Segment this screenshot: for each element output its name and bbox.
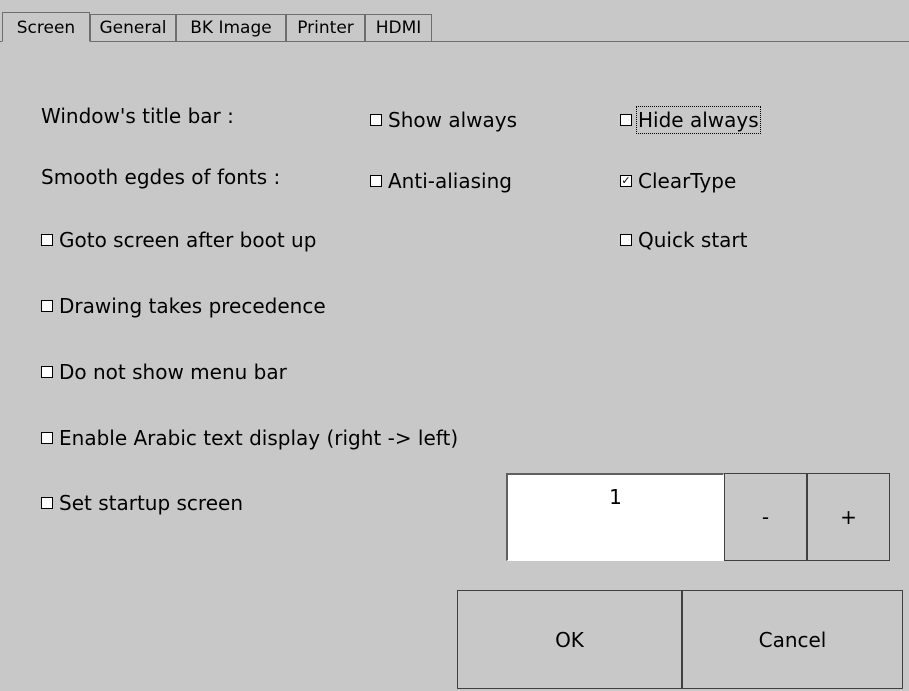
tab-bk-image[interactable]: BK Image <box>176 14 286 41</box>
decrement-button[interactable]: - <box>724 473 807 561</box>
ok-button[interactable]: OK <box>457 590 682 689</box>
show-always-checkbox[interactable]: Show always <box>370 108 517 132</box>
anti-aliasing-checkbox[interactable]: Anti-aliasing <box>370 169 512 193</box>
checkbox-icon <box>370 114 382 126</box>
tab-screen[interactable]: Screen <box>2 12 90 42</box>
tab-general[interactable]: General <box>90 14 176 41</box>
startup-screen-checkbox[interactable]: Set startup screen <box>41 491 243 515</box>
hide-always-checkbox[interactable]: Hide always <box>620 106 761 134</box>
checkmark-icon: ✓ <box>620 174 632 187</box>
hide-always-label: Hide always <box>636 106 761 134</box>
show-always-label: Show always <box>388 108 518 132</box>
quick-start-checkbox[interactable]: Quick start <box>620 228 748 252</box>
startup-screen-label: Set startup screen <box>59 491 243 515</box>
arabic-text-label: Enable Arabic text display (right -> lef… <box>59 426 459 450</box>
checkbox-icon <box>41 300 53 312</box>
quick-start-label: Quick start <box>638 228 748 252</box>
startup-screen-input[interactable]: 1 <box>506 473 724 561</box>
checkbox-icon <box>620 234 632 246</box>
checkbox-icon <box>41 366 53 378</box>
drawing-precedence-checkbox[interactable]: Drawing takes precedence <box>41 294 326 318</box>
anti-aliasing-label: Anti-aliasing <box>388 169 512 193</box>
arabic-text-checkbox[interactable]: Enable Arabic text display (right -> lef… <box>41 426 458 450</box>
title-bar-label: Window's title bar : <box>41 104 234 128</box>
cleartype-label: ClearType <box>638 169 737 193</box>
no-menu-bar-label: Do not show menu bar <box>59 360 287 384</box>
cleartype-checkbox[interactable]: ✓ ClearType <box>620 169 736 193</box>
goto-screen-label: Goto screen after boot up <box>59 228 317 252</box>
smooth-fonts-label: Smooth egdes of fonts : <box>41 165 281 189</box>
checkbox-icon <box>41 497 53 509</box>
checkbox-icon <box>41 432 53 444</box>
checkbox-icon <box>41 234 53 246</box>
cancel-button[interactable]: Cancel <box>682 590 903 689</box>
tab-hdmi[interactable]: HDMI <box>365 14 432 41</box>
no-menu-bar-checkbox[interactable]: Do not show menu bar <box>41 360 287 384</box>
goto-screen-checkbox[interactable]: Goto screen after boot up <box>41 228 316 252</box>
tab-bar: Screen General BK Image Printer HDMI <box>0 0 909 42</box>
increment-button[interactable]: + <box>807 473 890 561</box>
checkbox-icon <box>620 114 632 126</box>
checkbox-icon <box>370 175 382 187</box>
drawing-precedence-label: Drawing takes precedence <box>59 294 326 318</box>
tab-printer[interactable]: Printer <box>286 14 365 41</box>
